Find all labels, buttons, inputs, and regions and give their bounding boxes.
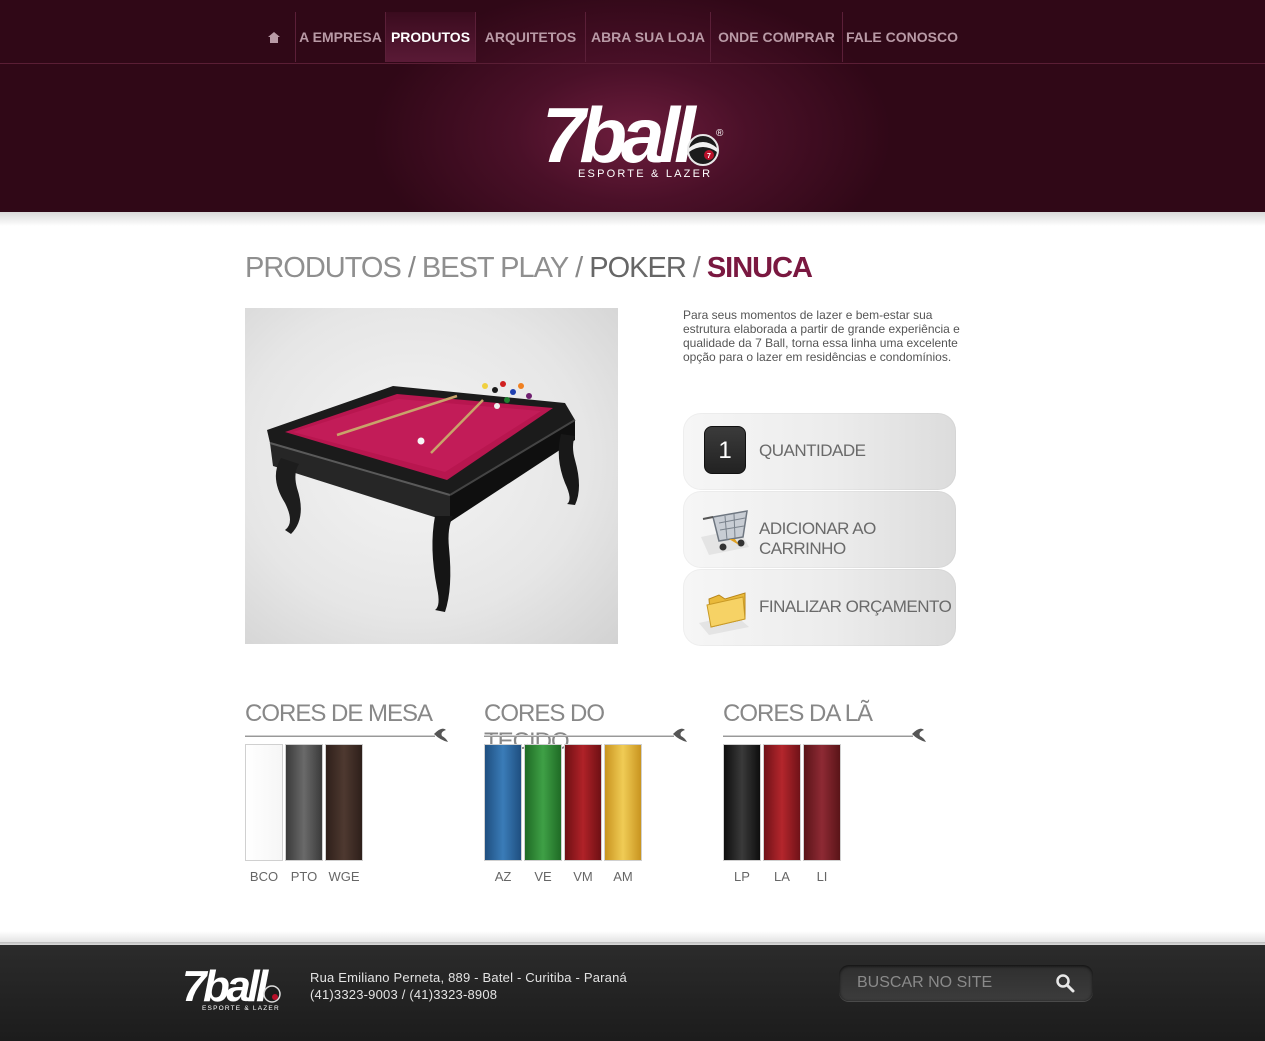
swatch-am[interactable]: [604, 744, 642, 861]
swatch-label: VE: [534, 869, 552, 884]
swatch-vm[interactable]: [564, 744, 602, 861]
folder-icon: [699, 592, 749, 635]
site-footer: 7ball ESPORTE & LAZER Rua Emiliano Perne…: [0, 931, 1265, 1041]
swatch-bco[interactable]: [245, 744, 283, 861]
search-input[interactable]: [857, 971, 1047, 995]
breadcrumb: PRODUTOS / BEST PLAY / POKER / SINUCA: [245, 252, 813, 285]
breadcrumb-separator: /: [575, 252, 583, 284]
breadcrumb-poker[interactable]: POKER: [589, 252, 687, 285]
breadcrumb-best-play[interactable]: BEST PLAY: [422, 252, 569, 285]
logo-registered: ®: [716, 128, 724, 139]
swatch-label: LA: [774, 869, 790, 884]
logo-wordmark: 7ball: [542, 92, 697, 179]
ornament-icon: [434, 728, 448, 742]
footer-phones: (41)3323-9003 / (41)3323-8908: [310, 987, 498, 1002]
swatch-lp[interactable]: [723, 744, 761, 861]
swatch-label: LP: [734, 869, 750, 884]
swatch-label: AZ: [494, 869, 512, 884]
main-nav: A EMPRESA PRODUTOS ARQUITETOS ABRA SUA L…: [252, 12, 961, 62]
section-divider: [245, 728, 450, 742]
ornament-icon: [673, 728, 687, 742]
breadcrumb-separator: /: [692, 252, 701, 284]
finish-quote-button[interactable]: FINALIZAR ORÇAMENTO: [683, 569, 956, 646]
quantity-label: QUANTIDADE: [759, 441, 866, 460]
home-icon: [267, 31, 280, 43]
section-divider: [484, 728, 689, 742]
swatch-label: PTO: [290, 869, 318, 884]
footer-address: Rua Emiliano Perneta, 889 - Batel - Curi…: [310, 970, 627, 985]
nav-arquitetos[interactable]: ARQUITETOS: [476, 12, 586, 62]
fabric-colors-section: CORES DO TECIDO AZ VE VM AM: [484, 700, 689, 884]
breadcrumb-produtos[interactable]: PRODUTOS: [245, 252, 402, 285]
swatch-pto[interactable]: [285, 744, 323, 861]
swatch-ve[interactable]: [524, 744, 562, 861]
breadcrumb-current: SINUCA: [706, 252, 813, 284]
finish-quote-label: FINALIZAR ORÇAMENTO: [759, 597, 952, 616]
footer-logo-tagline: ESPORTE & LAZER: [202, 1005, 280, 1012]
nav-onde-comprar[interactable]: ONDE COMPRAR: [711, 12, 843, 62]
nav-a-empresa[interactable]: A EMPRESA: [296, 12, 386, 62]
footer-contact: Rua Emiliano Perneta, 889 - Batel - Curi…: [310, 969, 627, 1003]
swatch-li[interactable]: [803, 744, 841, 861]
add-to-cart-button[interactable]: ADICIONAR AO CARRINHO: [683, 491, 956, 568]
search-icon[interactable]: [1055, 973, 1075, 993]
brand-logo[interactable]: 7ball 7 ® ESPORTE & LAZER: [540, 91, 730, 184]
shopping-cart-icon: [701, 510, 749, 555]
quantity-input[interactable]: 1: [704, 426, 746, 474]
top-nav-bar: A EMPRESA PRODUTOS ARQUITETOS ABRA SUA L…: [0, 0, 1265, 64]
footer-logo-wordmark: 7ball: [182, 962, 269, 1011]
section-divider: [723, 728, 928, 742]
swatch-label: BCO: [249, 869, 279, 884]
fabric-colors-title: CORES DO TECIDO: [484, 700, 605, 755]
product-description: Para seus momentos de lazer e bem-estar …: [683, 308, 960, 364]
footer-logo[interactable]: 7ball ESPORTE & LAZER: [180, 961, 285, 1013]
wool-colors-title: CORES DA LÃ: [723, 700, 873, 727]
swatch-az[interactable]: [484, 744, 522, 861]
ornament-icon: [912, 728, 926, 742]
logo-tagline: ESPORTE & LAZER: [578, 168, 712, 180]
swatch-label: LI: [816, 869, 828, 884]
breadcrumb-separator: /: [407, 252, 416, 284]
table-colors-title: CORES DE MESA: [245, 700, 433, 727]
swatch-label: VM: [573, 869, 593, 884]
swatch-label: AM: [613, 869, 633, 884]
swatch-wge[interactable]: [325, 744, 363, 861]
table-colors-section: CORES DE MESA BCO PTO WGE: [245, 700, 450, 884]
nav-home[interactable]: [252, 12, 296, 62]
pool-table-illustration: [267, 381, 579, 612]
wool-colors-section: CORES DA LÃ LP LA LI: [723, 700, 928, 884]
swatch-la[interactable]: [763, 744, 801, 861]
nav-produtos[interactable]: PRODUTOS: [386, 12, 476, 62]
quantity-control: 1 QUANTIDADE: [683, 413, 956, 490]
site-header: A EMPRESA PRODUTOS ARQUITETOS ABRA SUA L…: [0, 0, 1265, 226]
add-to-cart-label: ADICIONAR AO CARRINHO: [759, 519, 876, 558]
logo-ball-number: 7: [707, 153, 711, 160]
swatch-label: WGE: [328, 869, 360, 884]
nav-abra-sua-loja[interactable]: ABRA SUA LOJA: [586, 12, 711, 62]
nav-fale-conosco[interactable]: FALE CONOSCO: [843, 12, 961, 62]
product-image: [245, 308, 618, 644]
site-search: [839, 965, 1093, 1001]
